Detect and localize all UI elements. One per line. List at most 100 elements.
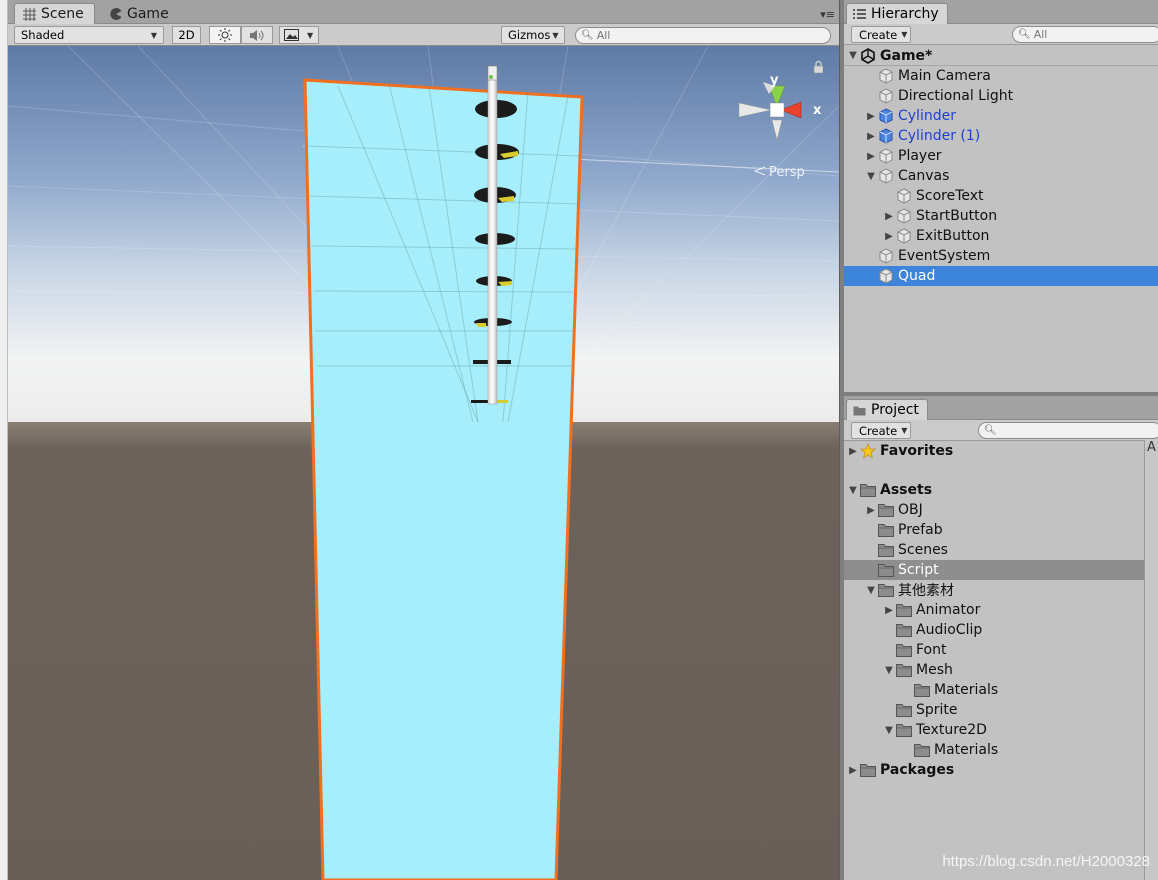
folder-scenes[interactable]: Scenes xyxy=(844,540,1158,560)
project-right-pane-edge[interactable]: A xyxy=(1144,440,1158,880)
hierarchy-item-label: Cylinder (1) xyxy=(898,128,981,144)
expand-arrow-icon[interactable]: ▶ xyxy=(883,605,895,616)
folder-tab-icon xyxy=(853,406,866,415)
folder-obj[interactable]: ▶ OBJ xyxy=(844,500,1158,520)
gizmo-y-label: y xyxy=(770,73,779,88)
hierarchy-item-directional-light[interactable]: Directional Light xyxy=(844,86,1158,106)
audio-toggle-button[interactable] xyxy=(241,26,273,44)
gizmos-label: Gizmos xyxy=(508,28,551,42)
gizmo-projection-label[interactable]: Persp xyxy=(769,165,805,180)
hierarchy-item-quad[interactable]: Quad xyxy=(844,266,1158,286)
hierarchy-item-label: Canvas xyxy=(898,168,950,184)
gameobject-cube-icon xyxy=(877,168,895,184)
left-window-edge xyxy=(0,0,8,880)
hierarchy-item-main-camera[interactable]: Main Camera xyxy=(844,66,1158,86)
expand-arrow-icon[interactable]: ▶ xyxy=(847,765,859,776)
folder-other-materials[interactable]: ▼ 其他素材 xyxy=(844,580,1158,600)
folder-label: Sprite xyxy=(916,702,958,718)
folder-icon xyxy=(877,542,895,558)
chevron-down-icon: ▼ xyxy=(307,30,314,40)
expand-arrow-icon[interactable]: ▶ xyxy=(865,131,877,142)
expand-arrow-icon[interactable]: ▼ xyxy=(865,585,877,596)
folder-prefab[interactable]: Prefab xyxy=(844,520,1158,540)
folder-sprite[interactable]: Sprite xyxy=(844,700,1158,720)
hierarchy-item-label: StartButton xyxy=(916,208,998,224)
tab-scene[interactable]: Scene xyxy=(14,3,95,24)
folder-icon xyxy=(895,702,913,718)
folder-icon xyxy=(877,562,895,578)
right-pane-letter: A xyxy=(1147,440,1156,455)
image-icon xyxy=(284,29,299,41)
folder-animator[interactable]: ▶ Animator xyxy=(844,600,1158,620)
folder-label: 其他素材 xyxy=(898,583,954,599)
project-search-input[interactable]: 🔍︎ xyxy=(978,422,1158,439)
scene-toolbar: Shaded ▼ 2D ▼ Gizmos ▼ 🔍︎ All xyxy=(8,24,839,46)
tab-project[interactable]: Project xyxy=(846,399,928,420)
hierarchy-tree: ▼ Game* Main Camera Directional Light ▶ … xyxy=(844,46,1158,392)
folder-mesh[interactable]: ▼ Mesh xyxy=(844,660,1158,680)
assets-label: Assets xyxy=(880,482,933,498)
folder-script[interactable]: Script xyxy=(844,560,1144,580)
hierarchy-item-scoretext[interactable]: ScoreText xyxy=(844,186,1158,206)
gameobject-cube-icon xyxy=(877,268,895,284)
hierarchy-item-cylinder-1[interactable]: ▶ Cylinder (1) xyxy=(844,126,1158,146)
folder-icon xyxy=(913,682,931,698)
scene-name: Game* xyxy=(880,47,933,64)
project-favorites[interactable]: ▶ Favorites xyxy=(844,441,1158,461)
folder-font[interactable]: Font xyxy=(844,640,1158,660)
gameobject-cube-icon xyxy=(877,248,895,264)
gameobject-cube-icon xyxy=(877,88,895,104)
expand-arrow-icon[interactable]: ▶ xyxy=(847,446,859,457)
project-create-dropdown[interactable]: Create ▼ xyxy=(851,422,911,439)
expand-arrow-icon[interactable]: ▼ xyxy=(865,171,877,182)
tab-game[interactable]: Game xyxy=(102,3,179,24)
folder-icon xyxy=(913,742,931,758)
hierarchy-item-cylinder[interactable]: ▶ Cylinder xyxy=(844,106,1158,126)
folder-mesh-materials[interactable]: Materials xyxy=(844,680,1158,700)
2d-toggle-button[interactable]: 2D xyxy=(172,26,201,44)
hierarchy-search-input[interactable]: 🔍︎ All xyxy=(1012,26,1158,43)
list-icon xyxy=(853,8,866,19)
hierarchy-item-label: Main Camera xyxy=(898,68,991,84)
folder-audioclip[interactable]: AudioClip xyxy=(844,620,1158,640)
expand-arrow-icon[interactable]: ▼ xyxy=(847,50,859,61)
hierarchy-item-eventsystem[interactable]: EventSystem xyxy=(844,246,1158,266)
folder-label: Scenes xyxy=(898,542,948,558)
expand-arrow-icon[interactable]: ▼ xyxy=(883,665,895,676)
tab-hierarchy[interactable]: Hierarchy xyxy=(846,3,948,24)
project-assets[interactable]: ▼ Assets xyxy=(844,480,1158,500)
gizmos-dropdown[interactable]: Gizmos ▼ xyxy=(501,26,565,44)
lighting-toggle-button[interactable] xyxy=(209,26,241,44)
expand-arrow-icon[interactable]: ▶ xyxy=(883,231,895,242)
folder-texture2d-materials[interactable]: Materials xyxy=(844,740,1158,760)
folder-icon xyxy=(859,482,877,498)
hierarchy-create-dropdown[interactable]: Create ▼ xyxy=(851,26,911,43)
scene-viewport[interactable]: y x Persp xyxy=(8,46,839,880)
shading-mode-dropdown[interactable]: Shaded ▼ xyxy=(14,26,164,44)
expand-arrow-icon[interactable]: ▶ xyxy=(865,151,877,162)
expand-arrow-icon[interactable]: ▶ xyxy=(883,211,895,222)
project-packages[interactable]: ▶ Packages xyxy=(844,760,1158,780)
panel-menu-icon[interactable]: ▾≡ xyxy=(820,8,835,21)
hierarchy-item-canvas[interactable]: ▼ Canvas xyxy=(844,166,1158,186)
folder-texture2d[interactable]: ▼ Texture2D xyxy=(844,720,1158,740)
create-label: Create xyxy=(859,423,898,438)
expand-arrow-icon[interactable]: ▶ xyxy=(865,505,877,516)
expand-arrow-icon[interactable]: ▼ xyxy=(883,725,895,736)
scene-search-input[interactable]: 🔍︎ All xyxy=(575,27,831,44)
search-icon: 🔍︎ xyxy=(1018,29,1031,40)
hierarchy-item-exitbutton[interactable]: ▶ ExitButton xyxy=(844,226,1158,246)
sun-icon xyxy=(218,28,232,42)
expand-arrow-icon[interactable]: ▼ xyxy=(847,485,859,496)
packages-label: Packages xyxy=(880,762,955,778)
gameobject-cube-icon xyxy=(877,148,895,164)
gizmo-center-cube[interactable] xyxy=(769,102,785,118)
scene-root-row[interactable]: ▼ Game* xyxy=(844,46,1158,66)
expand-arrow-icon[interactable]: ▶ xyxy=(865,111,877,122)
search-icon: 🔍︎ xyxy=(984,425,997,436)
effects-dropdown[interactable]: ▼ xyxy=(279,26,319,44)
hierarchy-item-player[interactable]: ▶ Player xyxy=(844,146,1158,166)
hierarchy-item-label: EventSystem xyxy=(898,248,991,264)
hierarchy-item-startbutton[interactable]: ▶ StartButton xyxy=(844,206,1158,226)
folder-icon xyxy=(895,602,913,618)
